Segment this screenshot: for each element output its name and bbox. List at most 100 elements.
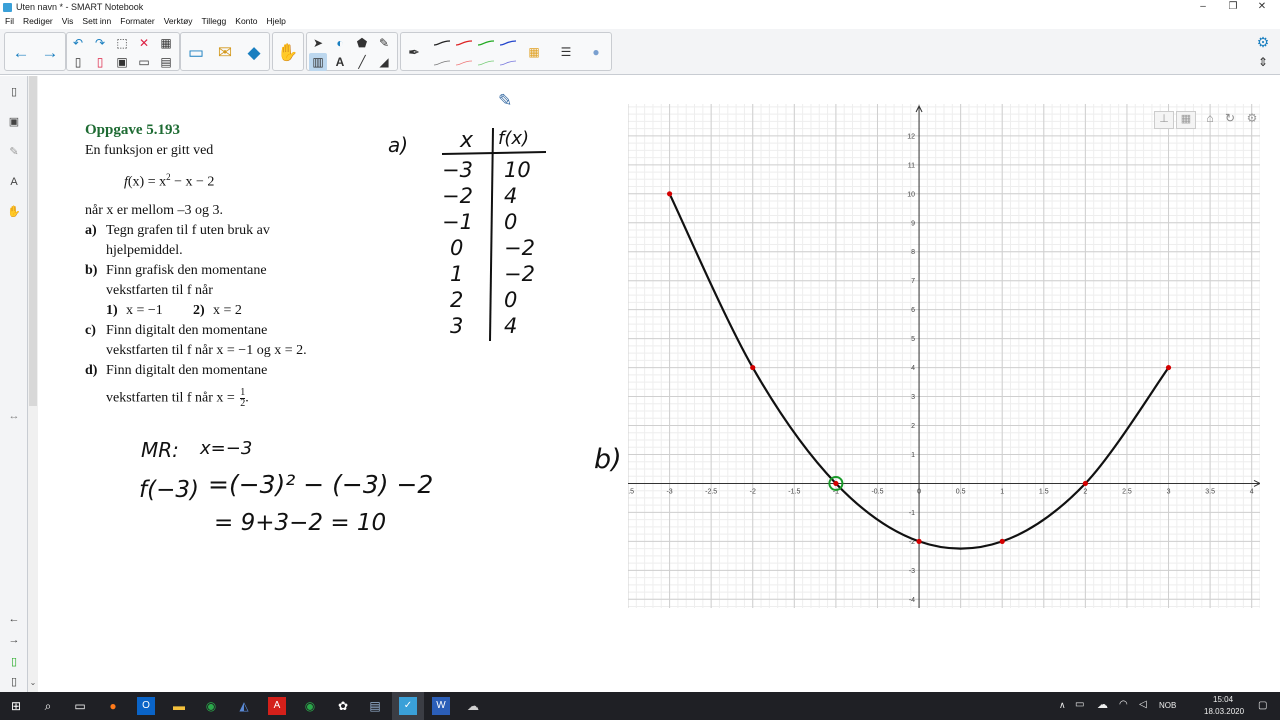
- minimize-icon[interactable]: –: [1196, 1, 1210, 13]
- acrobat-icon[interactable]: A: [268, 697, 286, 715]
- pen-style-black-icon[interactable]: [433, 40, 451, 46]
- math-tools-icon[interactable]: ▥: [309, 53, 327, 71]
- onedrive-icon[interactable]: ☁: [1097, 698, 1108, 711]
- pen-icon[interactable]: ✒: [405, 43, 423, 61]
- geogebra-classic-icon[interactable]: ◉: [301, 697, 319, 715]
- volume-icon[interactable]: ◁: [1139, 699, 1147, 710]
- clear-page-icon[interactable]: ⬚: [113, 34, 131, 52]
- clock-time[interactable]: 15:04: [1213, 695, 1233, 704]
- part-d-text-1: Finn digitalt den momentane: [106, 363, 268, 378]
- open-file-icon[interactable]: ▯: [91, 53, 109, 71]
- smart-notebook-icon[interactable]: ✓: [399, 697, 417, 715]
- line-width-icon[interactable]: ☰: [557, 43, 575, 61]
- files-icon[interactable]: ▤: [366, 697, 384, 715]
- next-page-icon[interactable]: →: [36, 38, 64, 66]
- previous-page-icon[interactable]: ←: [7, 38, 35, 66]
- network-icon[interactable]: ▭: [1075, 699, 1084, 710]
- scroll-down-icon[interactable]: ⌄: [28, 678, 38, 687]
- attachments-icon[interactable]: ✎: [6, 144, 22, 160]
- response-icon[interactable]: ✉: [211, 38, 239, 66]
- undo-graph-icon[interactable]: ↻: [1222, 111, 1238, 129]
- transparency-icon[interactable]: ●: [587, 43, 605, 61]
- menu-format[interactable]: Formater: [115, 15, 158, 29]
- page-sorter-icon[interactable]: ▯: [6, 84, 22, 100]
- taskbar: ⊞ ⌕ ▭ ● O ▬ ◉ ◭ A ◉ ✿ ▤ ✓ W ☁ ∧ ▭ ☁ ◠ ◁ …: [0, 692, 1280, 720]
- outlook-icon[interactable]: O: [137, 697, 155, 715]
- wifi-icon[interactable]: ◠: [1119, 699, 1128, 710]
- grid-icon[interactable]: ▦: [1176, 111, 1196, 129]
- menu-tools[interactable]: Verktøy: [159, 15, 197, 29]
- task-view-icon[interactable]: ▭: [71, 697, 89, 715]
- menu-account[interactable]: Konto: [230, 15, 261, 29]
- close-icon[interactable]: ✕: [1255, 1, 1269, 13]
- redo-icon[interactable]: ↷: [91, 34, 109, 52]
- gallery-icon[interactable]: ▣: [6, 114, 22, 130]
- paste-icon[interactable]: ▭: [135, 53, 153, 71]
- pen-style-thin-black-icon[interactable]: [433, 60, 451, 66]
- shapes-icon[interactable]: ◐: [331, 34, 349, 52]
- sidebar-next-icon[interactable]: →: [6, 632, 22, 648]
- scrollbar-thumb[interactable]: [29, 76, 37, 406]
- menu-help[interactable]: Hjelp: [262, 15, 290, 29]
- word-icon[interactable]: W: [432, 697, 450, 715]
- menu-file[interactable]: Fil: [0, 15, 18, 29]
- save-icon[interactable]: ▣: [113, 53, 131, 71]
- menu-insert[interactable]: Sett inn: [77, 15, 115, 29]
- properties-icon[interactable]: ▤: [157, 53, 175, 71]
- add-page-icon[interactable]: ▯: [6, 654, 22, 670]
- sidebar-resize-icon[interactable]: ↔: [6, 408, 22, 424]
- pen-style-thin-blue-icon[interactable]: [499, 60, 517, 66]
- function-graph[interactable]: -3.5 -3 -2.5 -2 -1.5 -1 -0.5 0 0.5 1 1.5 2 2.5 3 3.5 4 1…: [628, 104, 1260, 608]
- geogebra-icon[interactable]: ◉: [202, 697, 220, 715]
- menu-addons[interactable]: Tillegg: [197, 15, 231, 29]
- maximize-icon[interactable]: ❐: [1226, 1, 1240, 13]
- part-a-text-1: Tegn grafen til f uten bruk av: [106, 223, 270, 238]
- pen-style-thin-red-icon[interactable]: [455, 60, 473, 66]
- magic-pen-icon[interactable]: ✎: [375, 34, 393, 52]
- new-page-icon[interactable]: ▯: [69, 53, 87, 71]
- file-explorer-icon[interactable]: ▬: [170, 697, 188, 715]
- sidebar-previous-icon[interactable]: ←: [6, 611, 22, 627]
- undo-icon[interactable]: ↶: [69, 34, 87, 52]
- table-f-value: 0: [504, 210, 518, 234]
- toolbar-position-icon[interactable]: ⇕: [1254, 53, 1272, 71]
- vertical-scrollbar[interactable]: ⌄: [28, 76, 38, 692]
- y-tick-label: 5: [911, 336, 915, 343]
- search-icon[interactable]: ⌕: [39, 697, 57, 715]
- menu-view[interactable]: Vis: [57, 15, 78, 29]
- lab-icon[interactable]: ◆: [240, 38, 268, 66]
- notifications-icon[interactable]: ▢: [1258, 700, 1267, 711]
- mathcad-icon[interactable]: ◭: [235, 697, 253, 715]
- graph-view-icon[interactable]: ⊥: [1154, 111, 1174, 129]
- firefox-icon[interactable]: ●: [104, 697, 122, 715]
- settings-app-icon[interactable]: ✿: [334, 697, 352, 715]
- screen-shade-icon[interactable]: ▭: [182, 38, 210, 66]
- delete-icon[interactable]: ✕: [135, 34, 153, 52]
- delete-page-icon[interactable]: ▯: [6, 674, 22, 690]
- home-icon[interactable]: ⌂: [1202, 111, 1218, 129]
- color-palette-icon[interactable]: ▦: [525, 43, 543, 61]
- select-icon[interactable]: ➤: [309, 34, 327, 52]
- text-icon[interactable]: A: [331, 53, 349, 71]
- tray-chevron-icon[interactable]: ∧: [1059, 700, 1066, 711]
- line-icon[interactable]: ╱: [353, 53, 371, 71]
- start-icon[interactable]: ⊞: [7, 697, 25, 715]
- toolbar-settings-icon[interactable]: ⚙: [1254, 33, 1272, 51]
- graph-settings-icon[interactable]: ⚙: [1244, 111, 1260, 129]
- pen-style-green-icon[interactable]: [477, 40, 495, 46]
- eraser-icon[interactable]: ◢: [375, 53, 393, 71]
- part-c-text-1: Finn digitalt den momentane: [106, 323, 268, 338]
- table-icon[interactable]: ▦: [157, 34, 175, 52]
- remote-icon[interactable]: ☁: [464, 697, 482, 715]
- clock-date[interactable]: 18.03.2020: [1204, 707, 1244, 716]
- pen-style-red-icon[interactable]: [455, 40, 473, 46]
- menu-edit[interactable]: Rediger: [18, 15, 57, 29]
- plot-point: [666, 191, 673, 197]
- pen-style-blue-icon[interactable]: [499, 40, 517, 46]
- fill-icon[interactable]: ⬟: [353, 34, 371, 52]
- language-indicator[interactable]: NOB: [1159, 701, 1176, 710]
- add-on-icon[interactable]: ✋: [274, 38, 302, 66]
- pen-style-thin-green-icon[interactable]: [477, 60, 495, 66]
- properties-tab-icon[interactable]: A: [6, 174, 22, 190]
- addons-tab-icon[interactable]: ✋: [6, 204, 22, 220]
